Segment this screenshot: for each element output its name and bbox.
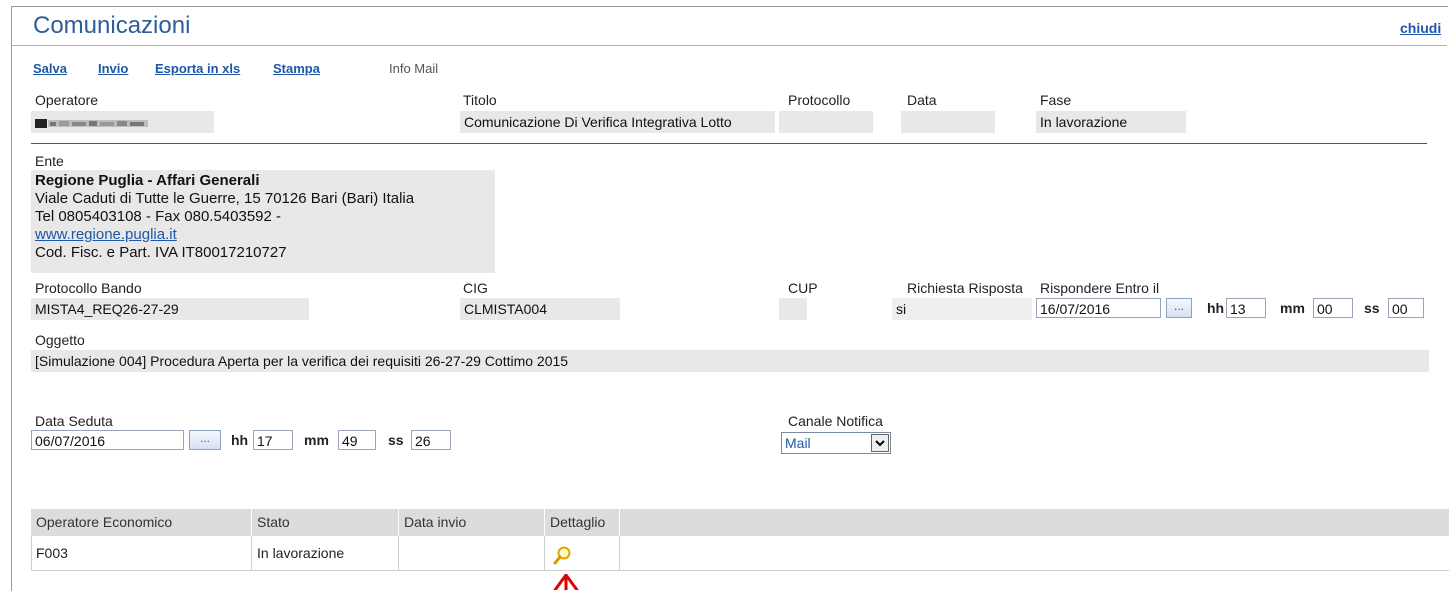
fase-field: In lavorazione bbox=[1036, 111, 1186, 133]
seduta-hh-label: hh bbox=[231, 432, 249, 448]
ente-label: Ente bbox=[35, 153, 64, 169]
operatore-label: Operatore bbox=[35, 92, 99, 108]
rispondere-hh-label: hh bbox=[1207, 300, 1225, 316]
cig-field: CLMISTA004 bbox=[460, 298, 620, 320]
stampa-button[interactable]: Stampa bbox=[273, 61, 320, 76]
rispondere-mm-input[interactable]: 00 bbox=[1313, 298, 1353, 318]
data-seduta-input[interactable]: 06/07/2016 bbox=[31, 430, 184, 450]
rispondere-date-input[interactable]: 16/07/2016 bbox=[1036, 298, 1161, 318]
cup-label: CUP bbox=[788, 280, 818, 296]
cell-stato: In lavorazione bbox=[252, 536, 399, 571]
seduta-hh-input[interactable]: 17 bbox=[253, 430, 293, 450]
canale-notifica-selected: Mail bbox=[785, 435, 811, 451]
esporta-xls-button[interactable]: Esporta in xls bbox=[155, 61, 240, 76]
cig-label: CIG bbox=[463, 280, 488, 296]
titolo-label: Titolo bbox=[463, 92, 497, 108]
oggetto-field: [Simulazione 004] Procedura Aperta per l… bbox=[31, 350, 1429, 372]
column-stato: Stato bbox=[252, 509, 399, 536]
rispondere-date-picker-button[interactable]: ... bbox=[1166, 298, 1192, 318]
ente-website-link[interactable]: www.regione.puglia.it bbox=[35, 226, 495, 244]
column-dettaglio: Dettaglio bbox=[545, 509, 620, 536]
rispondere-entro-label: Rispondere Entro il bbox=[1040, 280, 1160, 296]
rispondere-hh-input[interactable]: 13 bbox=[1226, 298, 1266, 318]
data-field bbox=[901, 111, 995, 133]
seduta-mm-input[interactable]: 49 bbox=[338, 430, 376, 450]
rispondere-ss-label: ss bbox=[1364, 300, 1380, 316]
ente-fiscal: Cod. Fisc. e Part. IVA IT80017210727 bbox=[35, 244, 287, 261]
salva-button[interactable]: Salva bbox=[33, 61, 67, 76]
chevron-down-icon[interactable] bbox=[871, 434, 889, 452]
cell-data-invio bbox=[399, 536, 545, 571]
close-link[interactable]: chiudi bbox=[1400, 20, 1441, 36]
info-mail-label: Info Mail bbox=[389, 61, 439, 76]
titolo-field: Comunicazione Di Verifica Integrativa Lo… bbox=[460, 111, 775, 133]
data-seduta-label: Data Seduta bbox=[35, 413, 113, 429]
oggetto-label: Oggetto bbox=[35, 332, 85, 348]
canale-notifica-select[interactable]: Mail bbox=[781, 432, 891, 454]
ente-address: Viale Caduti di Tutte le Guerre, 15 7012… bbox=[35, 190, 415, 207]
seduta-ss-input[interactable]: 26 bbox=[411, 430, 451, 450]
column-data-invio: Data invio bbox=[399, 509, 545, 536]
rispondere-mm-label: mm bbox=[1280, 300, 1305, 316]
ente-box: Regione Puglia - Affari Generali Viale C… bbox=[31, 170, 495, 273]
cup-field bbox=[779, 298, 807, 320]
data-label: Data bbox=[907, 92, 937, 108]
seduta-mm-label: mm bbox=[304, 432, 329, 448]
cell-operatore: F003 bbox=[31, 536, 252, 571]
page-title: Comunicazioni bbox=[33, 12, 191, 39]
ente-phone: Tel 0805403108 - Fax 080.5403592 - bbox=[35, 208, 282, 225]
operatore-field bbox=[31, 111, 214, 133]
protocollo-bando-field: MISTA4_REQ26-27-29 bbox=[31, 298, 309, 320]
protocollo-field bbox=[779, 111, 873, 133]
title-divider bbox=[12, 45, 1447, 46]
section-divider bbox=[31, 143, 1427, 144]
redacted-name bbox=[35, 119, 148, 129]
protocollo-bando-label: Protocollo Bando bbox=[35, 280, 142, 296]
ente-name: Regione Puglia - Affari Generali bbox=[35, 172, 260, 189]
cell-dettaglio bbox=[545, 536, 620, 571]
column-operatore-economico: Operatore Economico bbox=[31, 509, 252, 536]
fase-label: Fase bbox=[1040, 92, 1072, 108]
canale-notifica-label: Canale Notifica bbox=[788, 413, 883, 429]
seduta-ss-label: ss bbox=[388, 432, 404, 448]
data-seduta-picker-button[interactable]: ... bbox=[189, 430, 221, 450]
protocollo-label: Protocollo bbox=[788, 92, 851, 108]
red-arrow-icon bbox=[553, 574, 579, 590]
richiesta-risposta-label: Richiesta Risposta bbox=[907, 280, 1023, 296]
invio-button[interactable]: Invio bbox=[98, 61, 128, 76]
rispondere-ss-input[interactable]: 00 bbox=[1388, 298, 1424, 318]
richiesta-risposta-field: si bbox=[892, 298, 1032, 320]
